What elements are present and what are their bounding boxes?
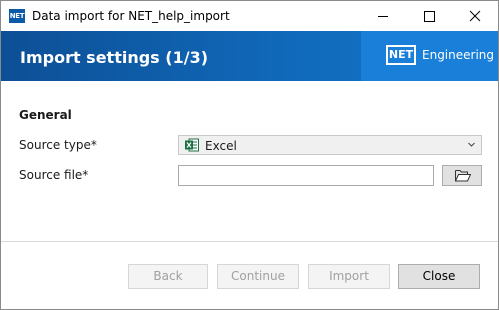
source-file-input[interactable] [178, 165, 434, 186]
chevron-down-icon [468, 142, 475, 147]
minimize-button[interactable] [360, 1, 406, 31]
folder-open-icon [455, 170, 471, 182]
section-title-general: General [19, 108, 72, 122]
excel-icon [185, 138, 199, 152]
net-logo: NET [386, 45, 416, 65]
minimize-icon [378, 16, 388, 17]
close-window-button[interactable] [452, 1, 498, 31]
source-file-label: Source file* [19, 168, 89, 182]
back-button[interactable]: Back [128, 264, 208, 289]
footer-divider [1, 241, 498, 242]
source-type-select[interactable]: Excel [178, 135, 482, 155]
title-bar[interactable]: NET Data import for NET_help_import [1, 1, 498, 31]
continue-button[interactable]: Continue [217, 264, 299, 289]
source-type-value: Excel [205, 139, 237, 153]
close-icon [469, 10, 481, 22]
maximize-icon [424, 11, 435, 22]
brand-logo-panel: NET Engineering [361, 31, 498, 81]
app-icon: NET [9, 9, 25, 23]
header-banner: Import settings (1/3) NET Engineering [1, 31, 498, 81]
logo-text: Engineering [422, 48, 494, 62]
page-title: Import settings (1/3) [20, 48, 209, 67]
maximize-button[interactable] [406, 1, 452, 31]
import-dialog-window: NET Data import for NET_help_import Impo… [0, 0, 499, 310]
window-title: Data import for NET_help_import [32, 9, 230, 23]
source-type-label: Source type* [19, 138, 97, 152]
browse-file-button[interactable] [442, 165, 482, 186]
import-button[interactable]: Import [308, 264, 390, 289]
close-button[interactable]: Close [398, 264, 480, 289]
